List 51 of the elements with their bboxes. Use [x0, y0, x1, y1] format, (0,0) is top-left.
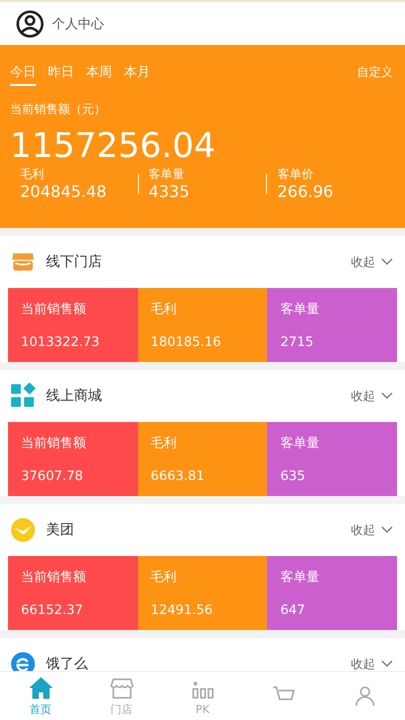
- metric-value: 1013322.73: [21, 335, 101, 350]
- stat-label: 客单量: [148, 166, 186, 182]
- metric-value: 37607.78: [21, 469, 84, 484]
- section-title: 美团: [46, 521, 75, 539]
- grid-icon: [10, 383, 36, 409]
- metric-label: 客单量: [280, 569, 320, 586]
- metric-value: 635: [280, 469, 306, 484]
- stat-value: 266.96: [277, 182, 334, 202]
- period-tab[interactable]: 今日: [10, 58, 36, 86]
- section-title: 线上商城: [46, 387, 103, 405]
- nav-tab[interactable]: 首页: [0, 672, 81, 720]
- bird-icon: [10, 517, 36, 543]
- metric-label: 毛利: [150, 301, 178, 318]
- metric-value: 180185.16: [150, 335, 222, 350]
- metric-value: 2715: [280, 335, 314, 350]
- chevron-down-icon: [381, 660, 393, 668]
- collapse-button[interactable]: 收起: [351, 254, 397, 270]
- period-tab[interactable]: 昨日: [48, 58, 74, 86]
- period-tab[interactable]: 本月: [124, 58, 150, 86]
- chevron-down-icon: [381, 526, 393, 534]
- total-label: 当前销售额（元）: [10, 101, 107, 118]
- stat-label: 客单价: [277, 166, 314, 182]
- metric-value: 647: [280, 603, 306, 618]
- metric-value: 6663.81: [150, 469, 206, 484]
- chevron-down-icon: [381, 392, 393, 400]
- metric-value: 66152.37: [21, 603, 84, 618]
- stat-label: 毛利: [20, 166, 45, 182]
- avatar-icon[interactable]: [16, 10, 44, 38]
- total-value: 1157256.04: [10, 126, 216, 166]
- metric-label: 当前销售额: [21, 301, 87, 318]
- stat-value: 204845.48: [20, 182, 108, 202]
- home-icon[interactable]: [28, 675, 54, 701]
- metric-label: 毛利: [150, 435, 178, 452]
- custom-link[interactable]: 自定义: [357, 64, 395, 80]
- metric-label: 当前销售额: [21, 435, 87, 452]
- metric-value: 12491.56: [150, 603, 214, 618]
- section-title: 饿了么: [46, 655, 89, 673]
- stat-value: 4335: [148, 182, 190, 202]
- nav-tab[interactable]: 门店: [81, 672, 162, 720]
- nav-tab[interactable]: PK: [162, 672, 243, 720]
- section-title: 线下门店: [46, 253, 103, 271]
- collapse-button[interactable]: 收起: [351, 656, 397, 672]
- collapse-button[interactable]: 收起: [351, 522, 397, 538]
- page-title: 个人中心: [52, 16, 104, 32]
- metric-label: 毛利: [150, 569, 178, 586]
- metric-label: 客单量: [280, 301, 320, 318]
- collapse-button[interactable]: 收起: [351, 388, 397, 404]
- chevron-down-icon: [381, 258, 393, 266]
- metric-label: 客单量: [280, 435, 320, 452]
- period-tab[interactable]: 本周: [86, 58, 112, 86]
- metric-label: 当前销售额: [21, 569, 87, 586]
